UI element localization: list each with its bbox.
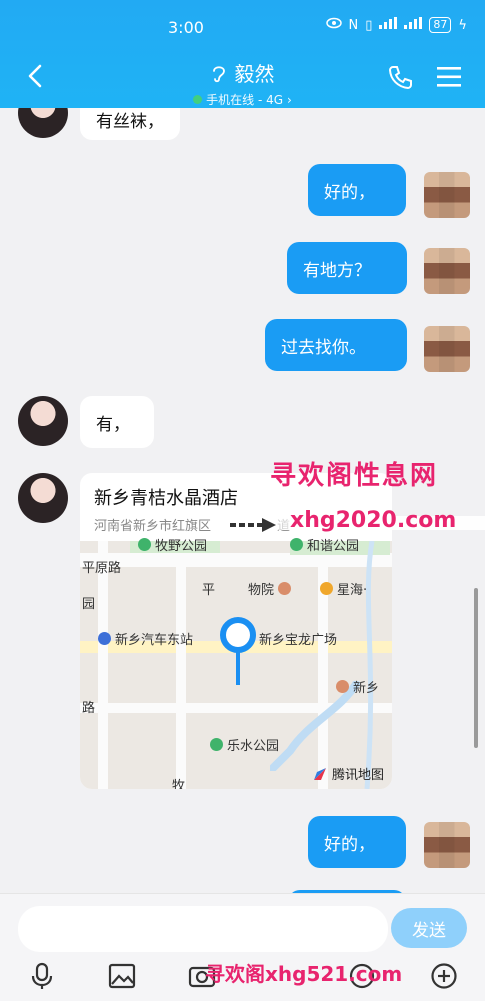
online-status-text: 手机在线 - 4G <box>206 93 284 107</box>
online-status: 手机在线 - 4G › <box>193 91 292 108</box>
online-dot <box>193 95 203 104</box>
map-poi: 新乡宝龙广场 <box>242 629 337 648</box>
menu-icon[interactable] <box>437 66 461 88</box>
map-pin-icon <box>220 617 256 685</box>
plus-icon[interactable] <box>430 962 458 990</box>
contact-avatar[interactable] <box>18 108 68 138</box>
user-avatar[interactable] <box>424 822 470 868</box>
tencent-map-logo <box>313 767 326 780</box>
location-title: 新乡青桔水晶酒店 <box>94 488 238 509</box>
watermark-url: xhg2020.com <box>290 508 457 533</box>
message-list[interactable]: 有丝袜， 好的， 有地方？ 过去找你。 有， 新乡青桔水晶酒店 河南省新乡市红旗… <box>0 108 485 893</box>
user-avatar[interactable] <box>424 248 470 294</box>
user-avatar[interactable] <box>424 326 470 372</box>
message-bubble-outgoing[interactable]: 有地方？ <box>287 242 407 294</box>
chat-header: 3:00 N ▯ 87 ϟ 毅然 手机在线 - 4G › <box>0 0 485 108</box>
contact-avatar[interactable] <box>18 396 68 446</box>
charging-icon: ϟ <box>458 17 467 33</box>
message-bubble-incoming[interactable]: 有丝袜， <box>80 108 180 140</box>
send-button[interactable]: 发送 <box>391 908 467 948</box>
map-poi: 和谐公园 <box>290 535 359 554</box>
map-poi: 新乡 <box>336 677 379 696</box>
watermark-footer: 寻欢阁xhg521.com <box>205 962 403 986</box>
nfc-icon: N <box>348 17 359 33</box>
map-label: 平原路 <box>82 561 122 576</box>
map-poi: 乐水公园 <box>210 735 279 754</box>
map-brand: 腾讯地图 <box>312 764 384 783</box>
message-bubble-outgoing[interactable]: 过去找你。 <box>265 319 407 371</box>
battery-level: 87 <box>429 17 452 33</box>
ear-icon <box>212 65 225 82</box>
eye-icon <box>325 17 342 33</box>
phone-icon[interactable] <box>387 64 413 90</box>
arrow-right-icon <box>230 518 276 532</box>
user-avatar[interactable] <box>424 172 470 218</box>
map-poi: 新乡汽车东站 <box>98 629 193 648</box>
status-time: 3:00 <box>168 18 204 37</box>
map-preview[interactable]: 牧野公园 和谐公园 平原路 园 平 物院 星海· 新乡汽车东站 新乡宝龙广场 新… <box>80 538 392 789</box>
map-poi: 牧野公园 <box>138 535 207 554</box>
message-bubble-outgoing[interactable]: 好的， <box>308 816 406 868</box>
message-bubble-incoming[interactable]: 有， <box>80 396 154 448</box>
status-bar: 3:00 N ▯ 87 ϟ <box>0 0 485 56</box>
message-input[interactable] <box>18 906 388 952</box>
map-label: 牧 <box>172 779 186 789</box>
watermark-title: 寻欢阁性息网 <box>270 461 439 491</box>
message-bubble-outgoing[interactable]: 好的， <box>308 164 406 216</box>
map-label: 平 <box>202 583 216 598</box>
map-label: 路 <box>82 701 96 716</box>
vibrate-icon: ▯ <box>365 17 373 33</box>
scrollbar[interactable] <box>474 588 478 748</box>
contact-name: 毅然 <box>234 62 275 86</box>
image-icon[interactable] <box>108 962 136 990</box>
signal-icon <box>379 17 398 33</box>
contact-avatar[interactable] <box>18 473 68 523</box>
microphone-icon[interactable] <box>28 962 56 990</box>
status-icons: N ▯ 87 ϟ <box>325 17 467 33</box>
map-poi: 物院 <box>248 579 292 598</box>
map-label: 园 <box>82 597 96 612</box>
map-poi: 星海· <box>320 579 367 598</box>
chevron-right-icon: › <box>287 92 292 107</box>
signal-5g-icon <box>404 17 423 33</box>
